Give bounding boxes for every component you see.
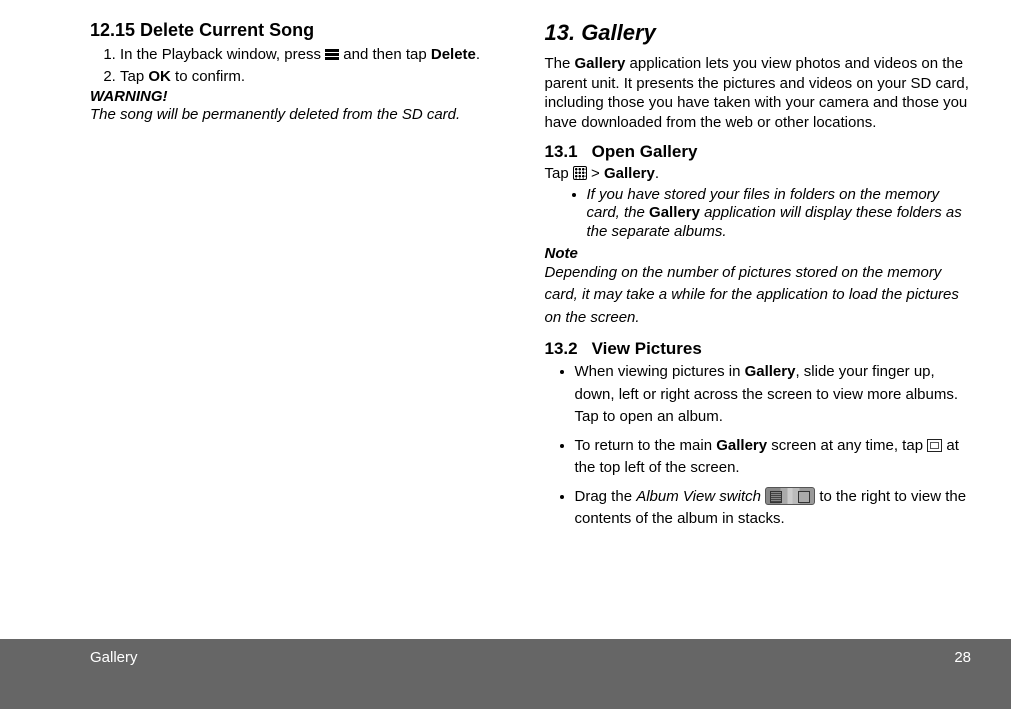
subsection-13-1: 13.1 Open Gallery	[545, 142, 972, 162]
tap-b: >	[587, 165, 604, 182]
open-gallery-line: Tap > Gallery.	[545, 164, 972, 184]
tap-c: Gallery	[604, 165, 655, 182]
apps-grid-icon	[573, 166, 587, 180]
gallery-home-icon	[927, 439, 942, 452]
step-1-text-b: and then tap	[339, 46, 431, 63]
li1-a: When viewing pictures in	[575, 363, 745, 380]
chapter-heading: 13. Gallery	[545, 20, 972, 46]
ok-label: OK	[148, 68, 171, 85]
footer-section: Gallery	[90, 649, 138, 666]
options-icon	[325, 49, 339, 60]
warning-heading: WARNING!	[90, 88, 517, 105]
step-2-text-a: Tap	[120, 68, 148, 85]
step-2-text-c: to confirm.	[171, 68, 245, 85]
sub-title: Open Gallery	[592, 142, 698, 161]
subsection-13-2: 13.2 View Pictures	[545, 339, 972, 359]
view-bullet-3: Drag the Album View switch to the right …	[575, 486, 972, 531]
li3-a: Drag the	[575, 488, 637, 505]
intro-para: The Gallery application lets you view ph…	[545, 54, 972, 132]
sub2-title: View Pictures	[592, 339, 702, 358]
intro-a: The	[545, 55, 575, 72]
step-2: Tap OK to confirm.	[120, 67, 517, 87]
view-bullet-1: When viewing pictures in Gallery, slide …	[575, 361, 972, 429]
li2-c: screen at any time, tap	[767, 437, 927, 454]
sub-num: 13.1	[545, 142, 578, 162]
footer-page-number: 28	[954, 649, 971, 666]
tap-a: Tap	[545, 165, 573, 182]
tap-d: .	[655, 165, 659, 182]
sub-bullet-1: If you have stored your files in folders…	[587, 186, 972, 242]
page-footer: Gallery 28	[0, 639, 1011, 709]
step-1-text-a: In the Playback window, press	[120, 46, 325, 63]
li2-b: Gallery	[716, 437, 767, 454]
intro-b: Gallery	[575, 55, 626, 72]
li2-a: To return to the main	[575, 437, 717, 454]
bul1-b: Gallery	[649, 204, 700, 221]
warning-text: The song will be permanently deleted fro…	[90, 105, 517, 125]
step-1: In the Playback window, press and then t…	[120, 45, 517, 65]
section-heading: 12.15 Delete Current Song	[90, 20, 517, 41]
note-text: Depending on the number of pictures stor…	[545, 262, 972, 330]
li3-b: Album View switch	[636, 488, 761, 505]
sub2-num: 13.2	[545, 339, 578, 359]
li1-b: Gallery	[745, 363, 796, 380]
delete-label: Delete	[431, 46, 476, 63]
step-1-text-d: .	[476, 46, 480, 63]
view-bullet-2: To return to the main Gallery screen at …	[575, 435, 972, 480]
note-heading: Note	[545, 245, 972, 262]
album-view-switch-icon	[765, 487, 815, 505]
